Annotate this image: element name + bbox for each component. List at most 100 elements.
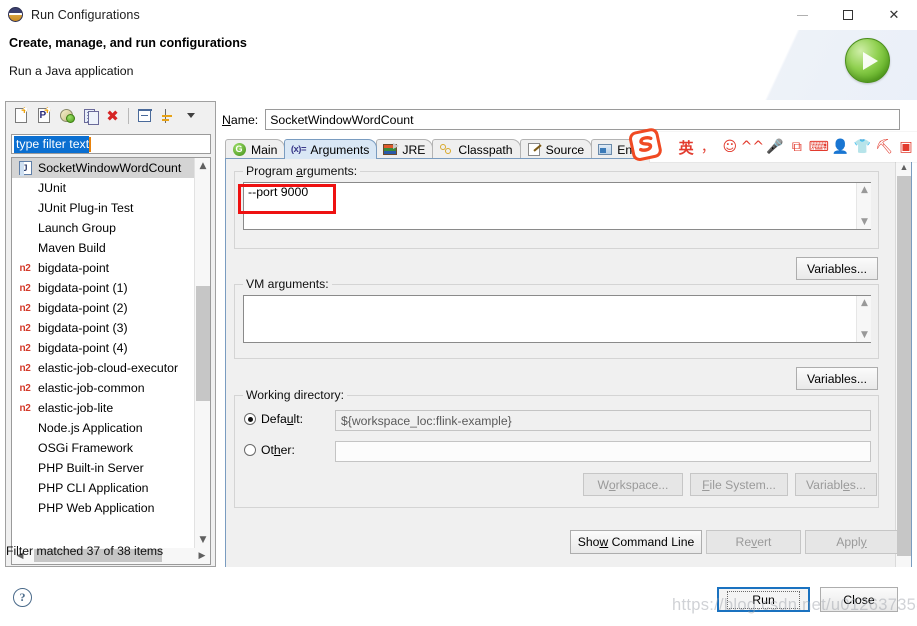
n2-icon: n2	[19, 402, 31, 414]
help-question-icon[interactable]: ?	[13, 588, 32, 607]
tree-item-label: elastic-job-cloud-executor	[38, 361, 179, 375]
new-prototype-icon[interactable]: P +	[33, 105, 54, 126]
tab-label: Arguments	[310, 142, 370, 157]
close-button-footer[interactable]: Close	[820, 587, 898, 612]
maximize-button[interactable]	[825, 0, 871, 30]
filter-launch-configurations-icon[interactable]	[157, 105, 178, 126]
blank-icon	[17, 200, 33, 216]
scrollbar-thumb[interactable]	[196, 286, 210, 401]
filter-input[interactable]: type filter text	[11, 134, 211, 154]
tree-item-label: bigdata-point (3)	[38, 321, 128, 335]
tab-classpath[interactable]: Classpath	[432, 139, 521, 159]
tree-item-label: bigdata-point	[38, 261, 110, 275]
tab-arguments[interactable]: (x)= Arguments	[284, 139, 378, 159]
launch-configuration-tree[interactable]: J SocketWindowWordCount JUnit JUnit Plug-in…	[11, 157, 211, 549]
tab-label: JRE	[402, 142, 426, 157]
radio-button[interactable]	[244, 413, 256, 425]
eclipse-icon	[8, 7, 24, 23]
tree-item-5[interactable]: n2 bigdata-point	[12, 258, 194, 278]
delete-icon[interactable]: ✖	[102, 105, 123, 126]
tree-vertical-scrollbar[interactable]: ▲ ▼	[194, 158, 210, 548]
sogou-ime-toolbar[interactable]: 英， ☺ ^^ 🎤 ⧉ ⌨ 👤 👕 ⛏ ▣	[650, 132, 917, 162]
scroll-up-icon[interactable]: ▲	[857, 296, 872, 310]
name-input[interactable]	[265, 109, 901, 130]
run-button[interactable]: Run	[717, 587, 810, 612]
program-arguments-variables-button[interactable]: Variables...	[796, 257, 878, 280]
revert-button[interactable]: Revert	[706, 530, 801, 554]
vm-arguments-scrollbar[interactable]: ▲ ▼	[856, 296, 871, 342]
minimize-button[interactable]	[779, 0, 825, 30]
show-command-line-button[interactable]: Show Command Line	[570, 530, 702, 554]
tree-item-14[interactable]: OSGi Framework	[12, 438, 194, 458]
tree-item-0[interactable]: J SocketWindowWordCount	[12, 158, 194, 178]
apply-button[interactable]: Apply	[805, 530, 898, 554]
tree-item-10[interactable]: n2 elastic-job-cloud-executor	[12, 358, 194, 378]
vm-arguments-variables-button[interactable]: Variables...	[796, 367, 878, 390]
tab-source[interactable]: Source	[519, 139, 593, 159]
tab-main[interactable]: G Main	[225, 139, 286, 159]
tab-jre[interactable]: JRE	[376, 139, 434, 159]
variables-button[interactable]: Variables...	[795, 473, 877, 496]
vm-arguments-textarea[interactable]	[243, 295, 871, 343]
toolbar-separator	[128, 107, 129, 124]
dropdown-chevron-icon[interactable]	[180, 105, 201, 126]
tree-item-12[interactable]: n2 elastic-job-lite	[12, 398, 194, 418]
working-directory-other-radio[interactable]: Other:	[244, 443, 295, 457]
scroll-up-icon[interactable]: ▲	[195, 158, 210, 174]
emoji-icon[interactable]: ☺	[719, 134, 741, 160]
file-system-button[interactable]: File System...	[690, 473, 788, 496]
screenshot-icon[interactable]: ⧉	[786, 134, 808, 160]
toolbox-icon[interactable]: ⛏	[873, 134, 895, 160]
working-directory-default-radio[interactable]: Default:	[244, 412, 303, 426]
close-button[interactable]: ✕	[871, 0, 917, 30]
tree-item-6[interactable]: n2 bigdata-point (1)	[12, 278, 194, 298]
tree-item-15[interactable]: PHP Built-in Server	[12, 458, 194, 478]
export-icon[interactable]	[56, 105, 77, 126]
scroll-right-icon[interactable]: ▶	[194, 548, 210, 563]
scroll-down-icon[interactable]: ▼	[857, 328, 872, 342]
radio-button[interactable]	[244, 444, 256, 456]
scroll-up-icon[interactable]: ▲	[857, 183, 872, 197]
voice-input-icon[interactable]: 🎤	[764, 134, 786, 160]
tree-item-11[interactable]: n2 elastic-job-common	[12, 378, 194, 398]
n2-icon: n2	[19, 342, 31, 354]
scroll-down-icon[interactable]: ▼	[857, 215, 872, 229]
program-arguments-scrollbar[interactable]: ▲ ▼	[856, 183, 871, 229]
tree-rows: J SocketWindowWordCount JUnit JUnit Plug-in…	[12, 158, 194, 518]
collapse-all-icon[interactable]	[134, 105, 155, 126]
duplicate-icon[interactable]	[79, 105, 100, 126]
more-apps-icon[interactable]: ▣	[895, 134, 917, 160]
expression-icon[interactable]: ^^	[741, 134, 764, 160]
sogou-logo-icon[interactable]	[628, 128, 664, 162]
skin-icon[interactable]: 👕	[851, 134, 873, 160]
new-launch-configuration-icon[interactable]: +	[10, 105, 31, 126]
tree-item-2[interactable]: JUnit Plug-in Test	[12, 198, 194, 218]
tree-item-4[interactable]: Maven Build	[12, 238, 194, 258]
tree-item-13[interactable]: Node.js Application	[12, 418, 194, 438]
workspace-button[interactable]: Workspace...	[583, 473, 683, 496]
tree-item-16[interactable]: PHP CLI Application	[12, 478, 194, 498]
tree-item-label: JUnit	[38, 181, 67, 195]
language-mode-icon[interactable]: 英	[675, 134, 697, 160]
tree-item-9[interactable]: n2 bigdata-point (4)	[12, 338, 194, 358]
user-account-icon[interactable]: 👤	[830, 134, 852, 160]
tree-item-17[interactable]: PHP Web Application	[12, 498, 194, 518]
tree-item-label: bigdata-point (2)	[38, 301, 128, 315]
tree-item-label: OSGi Framework	[38, 441, 133, 455]
scroll-down-icon[interactable]: ▼	[195, 532, 210, 548]
tree-item-8[interactable]: n2 bigdata-point (3)	[12, 318, 194, 338]
working-directory-label: Working directory:	[243, 388, 347, 402]
tree-item-label: Maven Build	[38, 241, 106, 255]
other-radio-label: Other:	[261, 443, 295, 457]
soft-keyboard-icon[interactable]: ⌨	[808, 134, 830, 160]
tree-item-1[interactable]: JUnit	[12, 178, 194, 198]
blank-icon	[17, 440, 33, 456]
scrollbar-thumb[interactable]	[897, 176, 911, 556]
working-directory-other-input[interactable]	[335, 441, 871, 462]
blank-icon	[17, 460, 33, 476]
tree-item-7[interactable]: n2 bigdata-point (2)	[12, 298, 194, 318]
program-arguments-textarea[interactable]: --port 9000	[243, 182, 871, 230]
tree-item-3[interactable]: Launch Group	[12, 218, 194, 238]
blank-icon	[17, 220, 33, 236]
punctuation-icon[interactable]: ，	[697, 134, 719, 160]
